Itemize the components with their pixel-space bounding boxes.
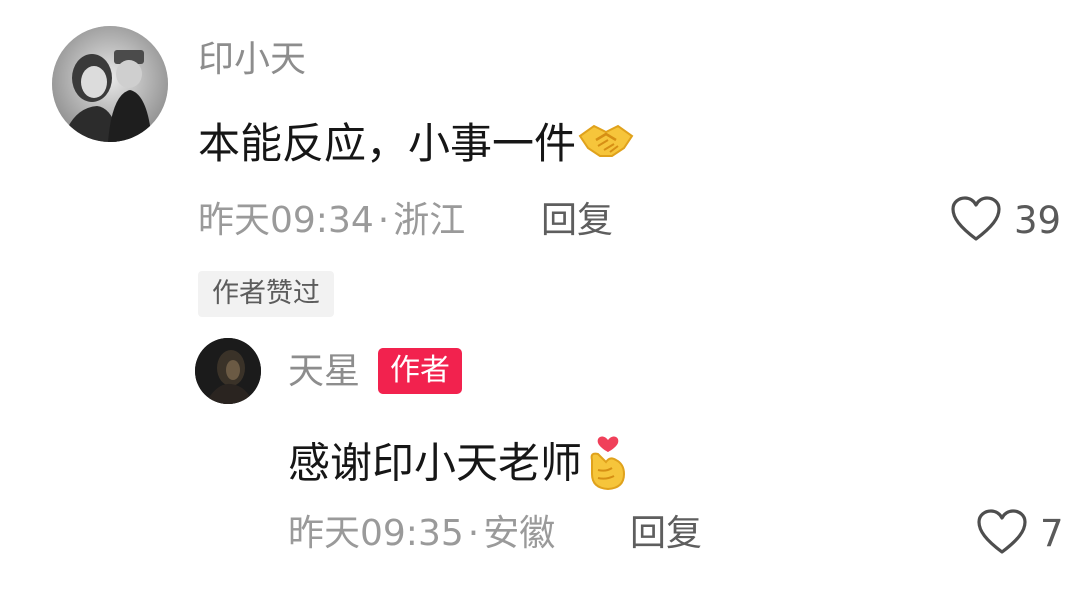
reply-meta: 昨天09:35 · 安徽 bbox=[288, 510, 555, 558]
avatar-photo-icon bbox=[52, 26, 168, 142]
meta-separator: · bbox=[467, 513, 480, 554]
handshake-icon bbox=[576, 118, 636, 176]
heart-icon bbox=[950, 196, 1002, 246]
comment-time: 昨天09:34 bbox=[198, 200, 374, 241]
author-tag: 作者 bbox=[378, 348, 462, 394]
liked-by-author-badge: 作者赞过 bbox=[198, 271, 334, 317]
user-avatar[interactable] bbox=[52, 26, 168, 142]
like-button[interactable]: 39 bbox=[950, 195, 1061, 247]
reply-button[interactable]: 回复 bbox=[541, 197, 613, 245]
like-count: 7 bbox=[1040, 512, 1064, 555]
comment-location: 浙江 bbox=[393, 200, 466, 241]
reply-location: 安徽 bbox=[483, 513, 556, 554]
comment-text: 本能反应，小事一件 bbox=[198, 116, 636, 176]
comment-meta: 昨天09:34 · 浙江 bbox=[198, 197, 465, 245]
meta-separator: · bbox=[377, 200, 390, 241]
reply-username[interactable]: 天星 bbox=[288, 348, 360, 396]
reply-reply-button[interactable]: 回复 bbox=[630, 510, 702, 558]
reply-like-button[interactable]: 7 bbox=[976, 508, 1064, 560]
comment-content: 本能反应，小事一件 bbox=[198, 119, 577, 168]
reply-content: 感谢印小天老师 bbox=[288, 438, 583, 488]
reply-time: 昨天09:35 bbox=[288, 513, 464, 554]
username[interactable]: 印小天 bbox=[198, 36, 306, 84]
finger-heart-icon bbox=[582, 426, 634, 506]
reply-user-avatar[interactable] bbox=[195, 338, 261, 404]
reply-text: 感谢印小天老师 bbox=[288, 426, 634, 506]
avatar-photo-icon bbox=[195, 338, 261, 404]
heart-icon bbox=[976, 509, 1028, 559]
like-count: 39 bbox=[1014, 199, 1062, 242]
